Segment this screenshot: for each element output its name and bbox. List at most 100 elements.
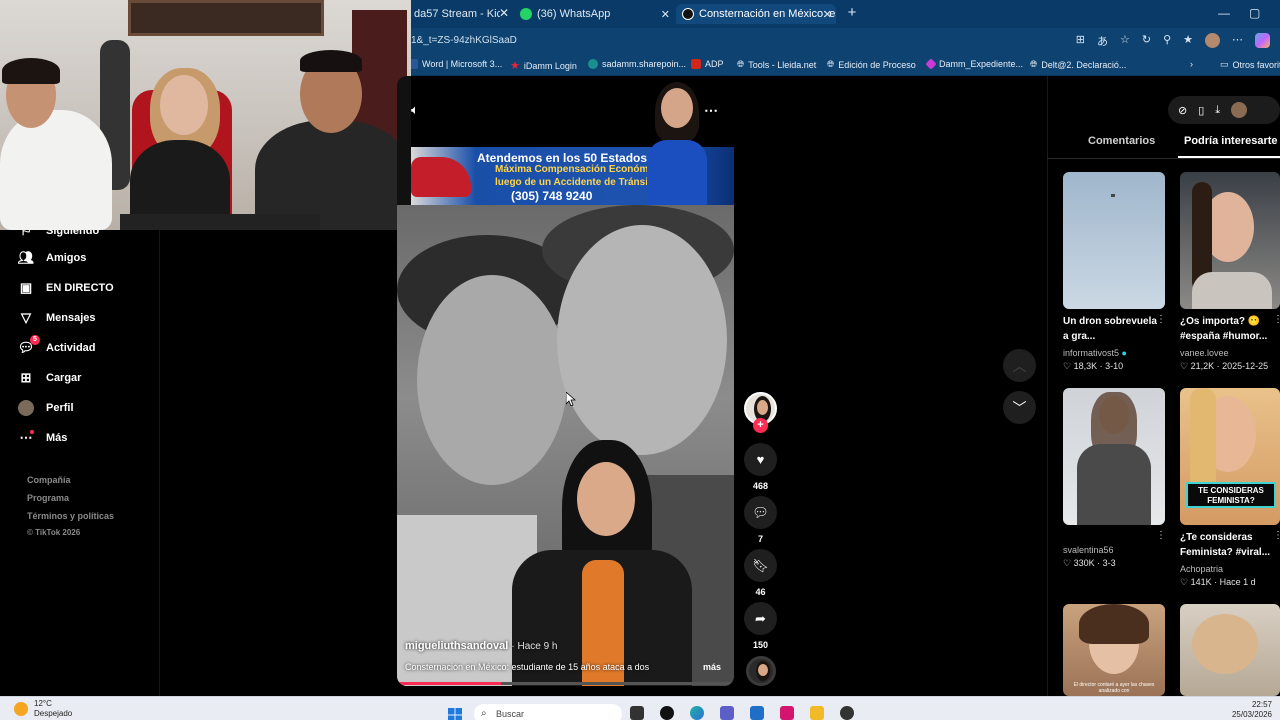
sidebar-item-friends[interactable]: 👥︎ Amigos [18,250,87,266]
footer-link-program[interactable]: Programa [27,493,69,503]
app-icon[interactable] [780,706,794,720]
video-thumbnail[interactable] [1063,172,1165,309]
card-title[interactable]: ¿Te consideras Feminista? #viral... [1180,530,1276,560]
sidebar-item-more[interactable]: ⋯ Más [18,430,67,446]
search-icon: ⌕ [481,708,487,719]
video-author[interactable]: migueliuthsandoval · Hace 9 h [405,640,558,652]
sidebar-item-label: Perfil [46,402,74,414]
bookmark-delta[interactable]: 🌐︎ Delt@2. Declaració... [1030,59,1126,70]
messages-icon: ▽ [21,310,31,325]
bookmark-sharepoint[interactable]: sadamm.sharepoin... [588,59,686,69]
profile-avatar[interactable] [1205,33,1220,48]
tab-comments[interactable]: Comentarios [1088,135,1155,147]
chevron-right-icon[interactable]: › [1190,59,1193,69]
previous-video-button[interactable]: ︿ [1003,349,1036,382]
close-icon[interactable]: ✕ [661,8,670,21]
right-panel [1047,76,1280,696]
windows-start-icon[interactable] [448,708,462,720]
author-name[interactable]: migueliuthsandoval [405,640,508,652]
sidebar-item-live[interactable]: ▣ EN DIRECTO [18,280,114,296]
favorites-icon[interactable]: ★ [1183,33,1193,49]
tiktok-icon[interactable] [660,706,674,720]
menu-icon[interactable]: ⋯ [1232,33,1243,49]
tab-kick-stream[interactable]: da57 Stream - Kick Da [408,4,500,24]
taskbar-search[interactable]: ⌕ Buscar [474,704,622,720]
share-button[interactable]: ➦ [744,602,777,635]
minimize-icon[interactable]: — [1218,6,1230,20]
video-thumbnail[interactable]: TE CONSIDERAS FEMINISTA? [1180,388,1280,525]
folder-icon[interactable] [810,706,824,720]
bookmark-edicion[interactable]: 🌐︎ Edición de Proceso [827,59,916,70]
like-count: 468 [752,481,769,491]
sidebar-item-profile[interactable]: Perfil [18,400,74,416]
next-video-button[interactable]: ﹀ [1003,391,1036,424]
system-clock[interactable]: 22:57 25/03/2026 [1232,700,1272,720]
app-icon[interactable]: ⊞ [1076,33,1085,49]
bookmark-lleida[interactable]: 🌐︎ Tools - Lleida.net [737,59,816,70]
username[interactable]: vanee.lovee [1180,348,1229,358]
new-tab-button[interactable]: + [844,4,860,22]
user-avatar[interactable] [1231,102,1248,118]
footer-link-terms[interactable]: Términos y políticas [27,511,114,521]
close-icon[interactable]: ✕ [499,6,509,20]
card-stats: ♡ 21,2K · 2025-12-25 [1180,361,1269,371]
more-icon[interactable]: ⋮ [1273,314,1280,325]
card-stats: ♡ 330K · 3-3 [1063,558,1116,568]
comment-button[interactable]: 💬︎ [744,496,777,529]
refresh-icon[interactable]: ↻ [1142,33,1151,49]
more-icon[interactable]: ⋮ [1156,530,1166,541]
tab-label: Consternación en México: estudia [699,8,836,20]
tab-tiktok[interactable]: Consternación en México: estudia ✕ [676,4,836,24]
video-thumbnail[interactable]: El director contaré a ayer las chaves an… [1063,604,1165,696]
video-player[interactable]: Atendemos en los 50 Estados Máxima Compe… [397,76,734,686]
more-link[interactable]: más [703,662,721,672]
username[interactable]: informativost5 [1063,348,1119,358]
more-icon[interactable]: ⋮ [1156,314,1166,325]
more-options-icon[interactable]: ⋯ [704,102,718,119]
bookmark-otros[interactable]: ▭ Otros favorit [1220,59,1280,70]
bookmark-damm[interactable]: Damm_Expediente... [925,58,1023,70]
compass-icon[interactable]: ⊘ [1178,104,1187,117]
more-icon[interactable]: ⋮ [1273,530,1280,541]
save-button[interactable]: 🔖︎ [744,549,777,582]
username[interactable]: Achopatria [1180,564,1223,574]
sidebar-item-messages[interactable]: ▽ Mensajes [18,310,96,326]
profile-avatar [18,400,34,416]
edge-icon[interactable] [690,706,704,720]
close-icon[interactable]: ✕ [823,8,832,21]
app-icon[interactable] [840,706,854,720]
download-icon[interactable]: ⤓ [1215,104,1220,117]
sidebar-item-upload[interactable]: ⊞ Cargar [18,370,82,386]
sidebar-item-label: Mensajes [46,312,96,324]
teams-icon[interactable] [720,706,734,720]
follow-button[interactable]: + [753,418,768,433]
card-title[interactable]: Un dron sobrevuela a gra... [1063,314,1159,344]
bookmark-word[interactable]: Word | Microsoft 3... [408,59,502,69]
translate-icon[interactable]: あ [1097,33,1108,49]
video-thumbnail[interactable] [1180,604,1280,696]
url-text[interactable]: 1&_t=ZS-94zhKGlSaaD [411,35,517,46]
username[interactable]: svalentina56 [1063,545,1114,555]
weather-widget[interactable]: 12°C Despejado [14,699,72,719]
bookmark-idamm[interactable]: ★ iDamm Login [510,59,577,72]
video-thumbnail[interactable] [1063,388,1165,525]
music-disc[interactable] [746,656,776,686]
star-icon[interactable]: ☆ [1120,33,1130,49]
volume-icon[interactable]: 🔈︎ [411,102,419,118]
bookmark-adp[interactable]: ADP [691,59,724,69]
card-title[interactable]: ¿Os importa? 😶 #españa #humor... [1180,314,1276,344]
copilot-icon[interactable] [1255,33,1270,48]
extensions-icon[interactable]: ⚲ [1163,33,1171,49]
card-user[interactable]: informativost5 ● [1063,348,1127,358]
sidebar-item-activity[interactable]: 💬︎ 5 Actividad [18,335,96,356]
task-view-icon[interactable] [630,706,644,720]
footer-link-company[interactable]: Compañía [27,475,71,485]
tab-whatsapp[interactable]: (36) WhatsApp ✕ [514,4,674,24]
maximize-icon[interactable]: ▢ [1249,6,1260,20]
tab-suggested[interactable]: Podría interesarte [1184,135,1278,147]
store-icon[interactable] [750,706,764,720]
device-icon[interactable]: ▯ [1198,104,1204,117]
like-button[interactable]: ♥ [744,443,777,476]
video-thumbnail[interactable] [1180,172,1280,309]
video-progress-bar[interactable] [397,682,734,685]
